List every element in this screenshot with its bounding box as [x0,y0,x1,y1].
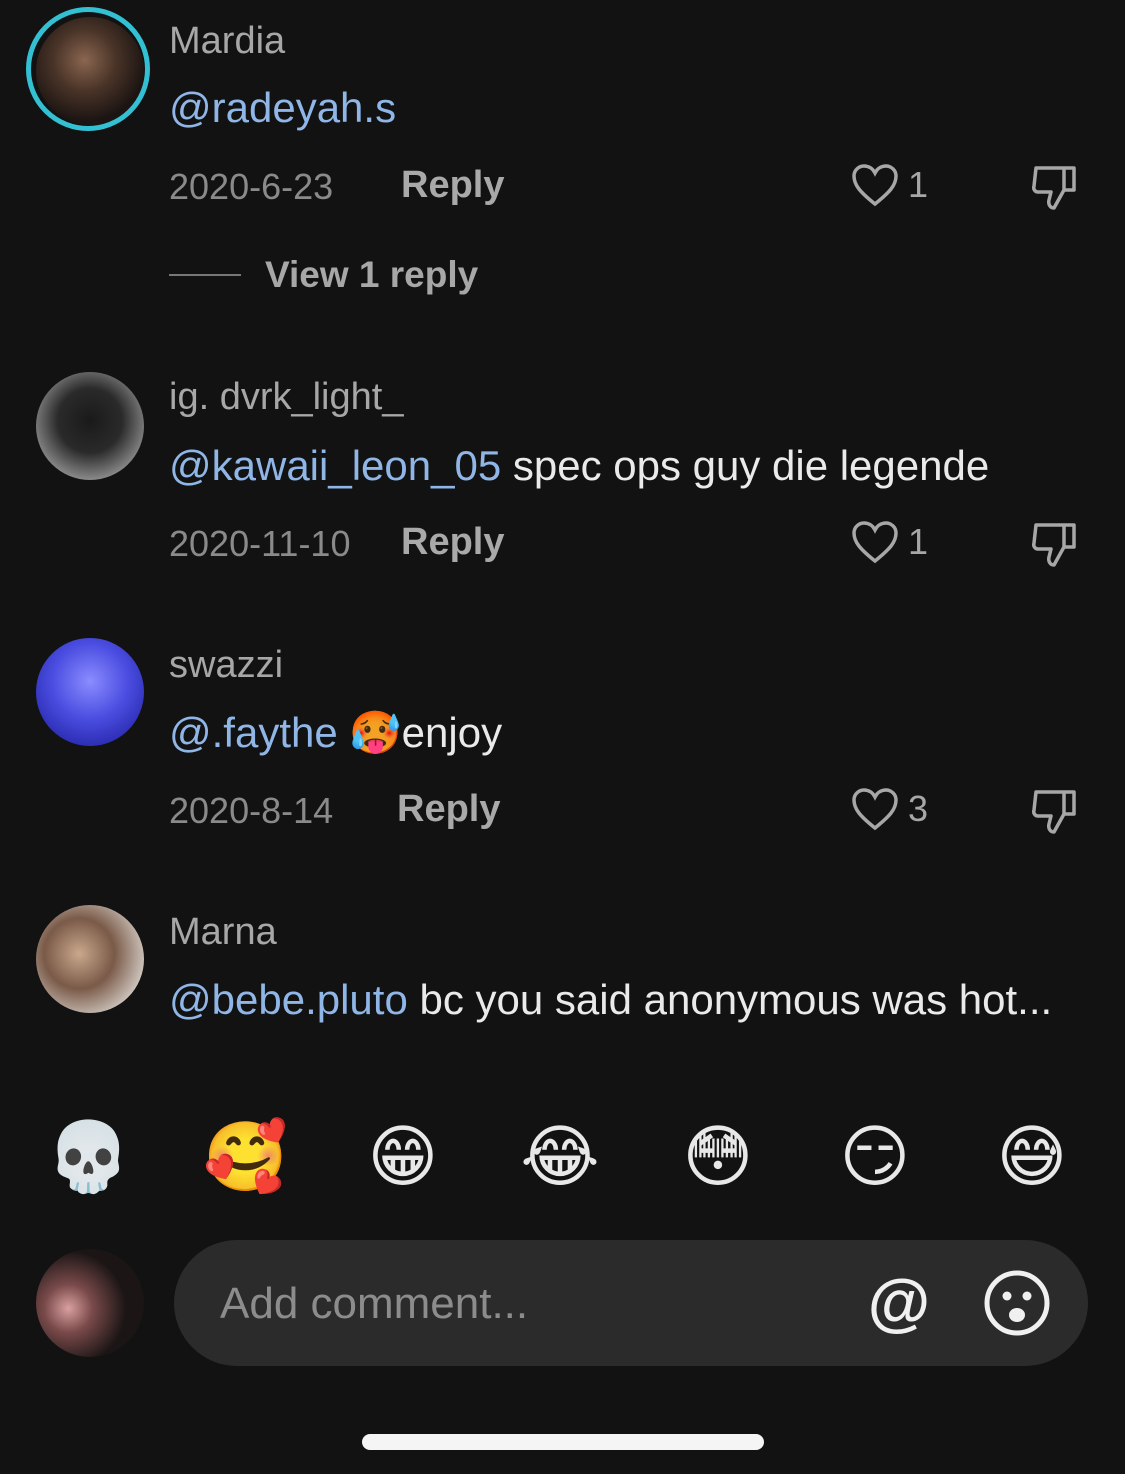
mention-link[interactable]: @bebe.pluto [169,976,408,1023]
quick-emoji-bar: 💀 🥰 😁 😂 😳 😏 😅 [0,1115,1125,1205]
avatar[interactable] [36,17,144,125]
comment-username[interactable]: swazzi [169,644,283,687]
mention-link[interactable]: @.faythe [169,709,338,756]
reply-button[interactable]: Reply [397,788,500,831]
comment-text: @bebe.pluto bc you said anonymous was ho… [169,970,1089,1030]
mention-icon[interactable]: @ [864,1262,934,1342]
flushed-emoji[interactable]: 😳 [676,1115,760,1199]
comment-username[interactable]: Mardia [169,20,285,63]
reply-button[interactable]: Reply [401,521,504,564]
my-avatar[interactable] [36,1249,144,1357]
smiling-hearts-emoji[interactable]: 🥰 [203,1115,288,1199]
dislike-icon[interactable] [1030,162,1078,212]
comment-date: 2020-6-23 [169,166,334,207]
avatar[interactable] [36,372,144,480]
dislike-icon[interactable] [1030,519,1078,569]
tears-of-joy-emoji[interactable]: 😂 [518,1115,602,1199]
sweat-smile-emoji[interactable]: 😅 [990,1115,1074,1199]
heart-icon [852,788,898,831]
smirk-emoji[interactable]: 😏 [833,1115,917,1199]
like-count: 1 [908,521,929,562]
comment-text: @.faythe 🥵enjoy [169,703,1089,763]
divider [169,274,241,276]
comment-username[interactable]: ig. dvrk_light_ [169,376,403,419]
skull-emoji[interactable]: 💀 [46,1115,131,1199]
comment-text: @kawaii_leon_05 spec ops guy die legende [169,436,1089,496]
comment-date: 2020-11-10 [169,523,351,564]
mention-link[interactable]: @kawaii_leon_05 [169,442,501,489]
heart-icon [852,164,898,207]
avatar[interactable] [36,905,144,1013]
grinning-emoji[interactable]: 😁 [361,1115,445,1199]
emoji-picker-icon[interactable] [982,1268,1052,1338]
reply-button[interactable]: Reply [401,164,504,207]
like-button[interactable]: 1 [850,519,928,565]
mention-link[interactable]: @radeyah.s [169,84,396,131]
home-indicator [362,1434,764,1450]
like-count: 3 [908,788,929,829]
comment-username[interactable]: Marna [169,911,277,954]
view-replies-button[interactable]: View 1 reply [169,254,478,296]
comment-body: bc you said anonymous was hot... [407,976,1053,1023]
dislike-icon[interactable] [1030,786,1078,836]
view-replies-label: View 1 reply [265,254,479,295]
comment-composer: @ [174,1240,1088,1366]
like-button[interactable]: 1 [850,162,928,208]
comment-text: @radeyah.s [169,78,1089,138]
comment-body: 🥵enjoy [337,709,503,756]
like-count: 1 [908,164,929,205]
comment-body: spec ops guy die legende [501,442,990,489]
avatar[interactable] [36,638,144,746]
heart-icon [852,521,898,564]
comment-date: 2020-8-14 [169,790,334,831]
comment-input[interactable] [218,1268,822,1340]
like-button[interactable]: 3 [850,786,928,832]
